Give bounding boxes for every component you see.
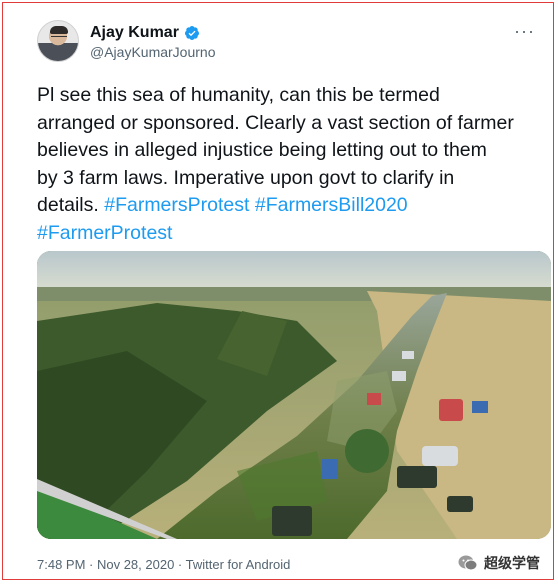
tweet-timestamp[interactable]: 7:48 PM · Nov 28, 2020 · Twitter for And…: [37, 557, 290, 572]
tweet-line: by 3 farm laws. Imperative upon govt to …: [37, 166, 455, 189]
tweet-text: Pl see this sea of humanity, can this be…: [37, 82, 542, 247]
author-display-name[interactable]: Ajay Kumar: [90, 24, 179, 42]
tweet-photo[interactable]: [37, 251, 551, 539]
avatar-hair: [50, 26, 68, 34]
hashtag-link[interactable]: #FarmersBill2020: [255, 194, 408, 216]
watermark: 超级学管: [458, 553, 540, 573]
tweet-line: Pl see this sea of humanity, can this be…: [37, 84, 440, 106]
tweet-line: believes in alleged injustice being lett…: [37, 139, 487, 161]
more-options-icon[interactable]: ···: [514, 22, 535, 40]
avatar[interactable]: [37, 20, 79, 62]
wechat-icon: [458, 555, 478, 571]
watermark-text: 超级学管: [484, 555, 540, 571]
author-handle[interactable]: @AjayKumarJourno: [90, 44, 216, 60]
tweet-line-last: details. #FarmersProtest #FarmersBill202…: [37, 192, 542, 220]
verified-badge-icon: [184, 25, 200, 41]
tweet-text-tail: details.: [37, 194, 99, 216]
aerial-protest-image: [37, 251, 551, 539]
hashtag-link[interactable]: #FarmerProtest: [37, 222, 172, 244]
tweet-line: arranged or sponsored. Clearly a vast se…: [37, 111, 514, 134]
hashtag-link[interactable]: #FarmersProtest: [104, 194, 249, 216]
avatar-glasses: [51, 36, 67, 41]
author-name-row[interactable]: Ajay Kumar: [90, 24, 200, 42]
